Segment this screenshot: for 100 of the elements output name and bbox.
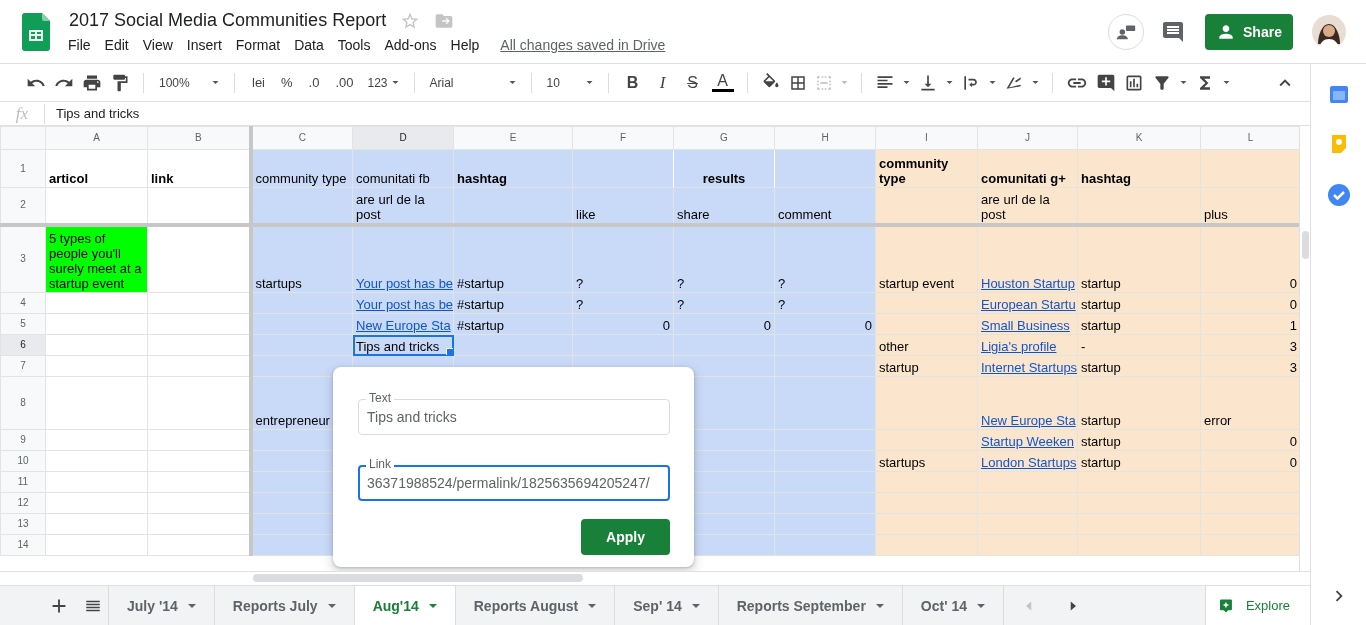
cell-link[interactable]: New Europe Sta xyxy=(981,413,1076,428)
table-cell[interactable]: comunitati fb xyxy=(352,149,454,188)
share-button[interactable]: Share xyxy=(1205,13,1293,50)
cell-link[interactable]: Small Business xyxy=(981,318,1070,333)
decrease-decimals-button[interactable]: .0 xyxy=(304,75,324,90)
vertical-scrollbar[interactable] xyxy=(1299,126,1310,571)
bold-button[interactable]: B xyxy=(621,73,644,92)
row-header[interactable]: 9 xyxy=(0,429,46,451)
row-header[interactable]: 11 xyxy=(0,471,46,493)
sheet-tab[interactable]: Oct' 14 xyxy=(901,586,1003,625)
apply-button[interactable]: Apply xyxy=(581,519,670,555)
italic-button[interactable]: I xyxy=(651,72,674,93)
column-header[interactable]: F xyxy=(572,126,674,150)
column-header[interactable]: J xyxy=(977,126,1078,150)
currency-button[interactable]: lei xyxy=(248,75,269,90)
document-title[interactable]: 2017 Social Media Communities Report xyxy=(69,10,387,31)
cell-link[interactable]: New Europe Sta xyxy=(356,318,451,333)
sheet-tab[interactable]: Reports September xyxy=(717,586,902,625)
column-header[interactable]: A xyxy=(45,126,148,150)
row-header[interactable]: 8 xyxy=(0,376,46,430)
column-header[interactable]: C xyxy=(250,126,353,150)
cell-link[interactable]: Your post has be xyxy=(356,276,453,291)
row-header[interactable]: 12 xyxy=(0,492,46,514)
cell-link[interactable]: European Startu xyxy=(981,297,1076,312)
zoom-dropdown[interactable]: 100% xyxy=(157,75,221,90)
table-cell[interactable]: like xyxy=(572,187,674,225)
menu-item[interactable]: Help xyxy=(443,35,487,55)
table-cell[interactable]: error xyxy=(1200,376,1299,430)
comment-icon[interactable] xyxy=(1161,19,1185,44)
table-cell[interactable]: articol xyxy=(45,149,148,188)
column-header[interactable]: E xyxy=(453,126,573,150)
table-cell[interactable]: startups xyxy=(250,224,353,293)
sheet-tab[interactable]: Sep' 14 xyxy=(614,586,718,625)
number-format-dropdown[interactable]: 123 xyxy=(365,75,401,90)
row-header[interactable]: 3 xyxy=(0,224,46,293)
table-cell[interactable]: ? xyxy=(572,224,674,293)
table-cell[interactable]: 0 xyxy=(1200,224,1299,293)
cell-link[interactable]: Your post has be xyxy=(356,297,453,312)
table-cell[interactable]: hashtag xyxy=(453,149,573,188)
column-header[interactable]: I xyxy=(875,126,978,150)
table-cell[interactable]: results xyxy=(673,149,775,188)
table-cell[interactable]: comment xyxy=(774,187,876,225)
table-cell[interactable]: 5 types of people you'll surely meet at a startup event xyxy=(45,224,148,293)
cell-link[interactable]: Startup Weeken xyxy=(981,434,1074,449)
row-header[interactable]: 10 xyxy=(0,450,46,472)
column-header[interactable]: B xyxy=(147,126,251,150)
row-header[interactable]: 13 xyxy=(0,513,46,535)
increase-decimals-button[interactable]: .00 xyxy=(331,75,358,90)
avatar[interactable] xyxy=(1312,14,1346,49)
menu-item[interactable]: Add-ons xyxy=(377,35,444,55)
font-size-dropdown[interactable]: 10 xyxy=(544,75,595,90)
fill-handle[interactable] xyxy=(446,348,453,355)
menu-item[interactable]: Format xyxy=(228,35,288,55)
calendar-icon[interactable] xyxy=(1328,84,1349,104)
table-cell[interactable]: Your post has be xyxy=(352,224,454,293)
column-header[interactable]: H xyxy=(774,126,876,150)
sheet-tab[interactable]: Reports July xyxy=(213,586,354,625)
menu-item[interactable]: Edit xyxy=(97,35,136,55)
cell-link[interactable]: Ligia's profile xyxy=(981,339,1057,354)
table-cell[interactable]: startup event xyxy=(875,224,978,293)
cell-link[interactable]: London Startups xyxy=(981,455,1077,470)
table-cell[interactable]: comunitati g+ xyxy=(977,149,1078,188)
horizontal-scrollbar[interactable] xyxy=(0,571,1310,585)
row-header[interactable]: 5 xyxy=(0,313,46,335)
column-header[interactable]: G xyxy=(673,126,775,150)
row-header[interactable]: 6 xyxy=(0,334,46,356)
sheet-tab[interactable]: Reports August xyxy=(454,586,615,625)
row-header[interactable]: 14 xyxy=(0,534,46,556)
strikethrough-button[interactable]: S xyxy=(681,73,704,92)
add-comment-icon[interactable] xyxy=(1095,72,1116,93)
table-cell[interactable]: hashtag xyxy=(1077,149,1201,188)
table-cell[interactable]: are url de la post xyxy=(977,187,1078,225)
row-header[interactable]: 2 xyxy=(0,187,46,225)
row-header[interactable]: 7 xyxy=(0,355,46,377)
table-cell[interactable]: New Europe Sta xyxy=(977,376,1078,430)
table-cell[interactable]: #startup xyxy=(453,224,573,293)
merge-cells-icon[interactable] xyxy=(814,73,833,92)
explore-button[interactable]: Explore xyxy=(1205,586,1310,625)
checkmark-icon[interactable] xyxy=(1327,184,1350,206)
table-cell[interactable]: share xyxy=(673,187,775,225)
sheet-tab[interactable]: Aug'14 xyxy=(353,586,455,625)
menu-item[interactable]: Data xyxy=(287,35,331,55)
menu-item[interactable]: Insert xyxy=(179,35,229,55)
table-cell[interactable]: startup xyxy=(1077,224,1201,293)
table-cell[interactable]: startup xyxy=(1077,376,1201,430)
table-cell[interactable]: are url de la post xyxy=(352,187,454,225)
menu-item[interactable]: View xyxy=(135,35,180,55)
sheets-logo[interactable] xyxy=(22,12,50,51)
menu-item[interactable]: Tools xyxy=(330,35,378,55)
formula-input[interactable]: Tips and tricks xyxy=(56,106,140,121)
table-cell[interactable]: plus xyxy=(1200,187,1299,225)
cell-link[interactable]: Internet Startups xyxy=(981,360,1077,375)
cell-link[interactable]: Houston Startup xyxy=(981,276,1075,291)
table-cell[interactable]: community type xyxy=(875,149,978,188)
save-status-link[interactable]: All changes saved in Drive xyxy=(500,37,666,53)
borders-icon[interactable] xyxy=(788,73,807,92)
font-dropdown[interactable]: Arial xyxy=(427,75,518,90)
row-header[interactable]: 4 xyxy=(0,292,46,314)
text-color-button[interactable]: A xyxy=(711,73,734,92)
sheet-tab[interactable]: July '14 xyxy=(108,586,214,625)
